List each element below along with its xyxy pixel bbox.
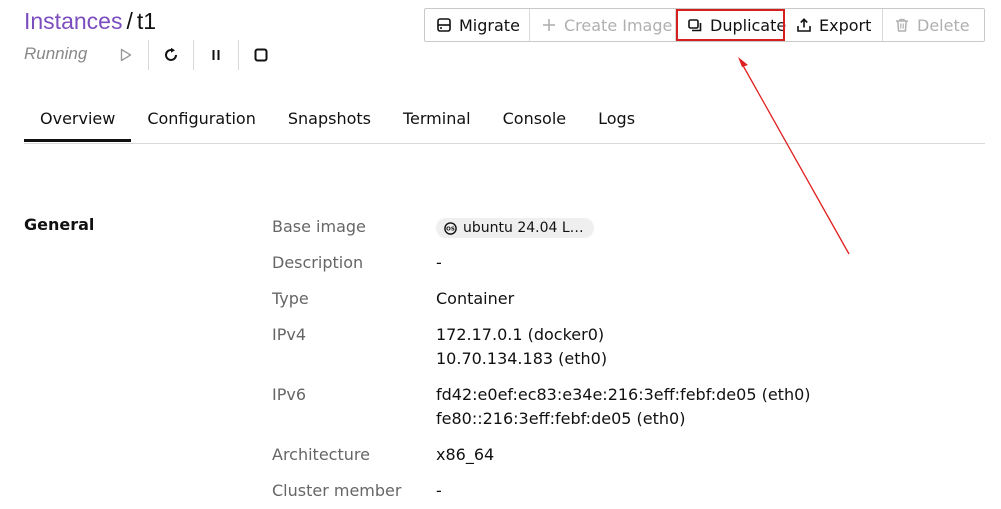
architecture-value: x86_64: [436, 445, 495, 464]
plus-icon: [542, 18, 556, 32]
tab-overview[interactable]: Overview: [24, 98, 132, 142]
export-button[interactable]: Export: [785, 9, 883, 41]
ipv6-label: IPv6: [272, 385, 307, 404]
migrate-label: Migrate: [459, 15, 520, 35]
instance-actions-toolbar: Migrate Create Image Duplicate Export De…: [424, 8, 985, 42]
instance-status: Running: [24, 44, 88, 63]
migrate-button[interactable]: Migrate: [425, 9, 530, 41]
start-button[interactable]: [111, 40, 141, 70]
base-image-chip[interactable]: OS ubuntu 24.04 L…: [436, 218, 594, 238]
ipv6-value-2: fe80::216:3eff:febf:de05 (eth0): [436, 409, 686, 428]
pause-icon: [212, 50, 220, 60]
annotation-arrow: [738, 57, 850, 255]
instance-detail-page: Instances / t1 Running Migrate Create Im…: [0, 0, 1001, 509]
ipv4-label: IPv4: [272, 325, 307, 344]
cluster-member-label: Cluster member: [272, 481, 402, 500]
tab-console[interactable]: Console: [487, 98, 583, 142]
ipv4-value-1: 172.17.0.1 (docker0): [436, 325, 605, 344]
delete-label: Delete: [917, 15, 970, 35]
upload-icon: [797, 18, 811, 32]
control-divider: [238, 40, 239, 70]
create-image-label: Create Image: [564, 15, 673, 35]
tab-snapshots[interactable]: Snapshots: [272, 98, 387, 142]
breadcrumb-instances-link[interactable]: Instances: [24, 8, 122, 34]
ipv4-value-2: 10.70.134.183 (eth0): [436, 349, 608, 368]
breadcrumb: Instances / t1: [24, 6, 156, 36]
description-label: Description: [272, 253, 364, 272]
base-image-label: Base image: [272, 217, 366, 236]
architecture-label: Architecture: [272, 445, 370, 464]
tab-configuration[interactable]: Configuration: [131, 98, 272, 142]
cluster-member-value: -: [436, 481, 442, 500]
trash-icon: [895, 18, 909, 32]
stop-icon: [254, 48, 268, 62]
section-title-general: General: [24, 215, 95, 234]
export-label: Export: [819, 15, 872, 35]
stop-button[interactable]: [246, 40, 276, 70]
server-icon: [437, 18, 451, 32]
duplicate-icon: [688, 18, 702, 32]
pause-button[interactable]: [201, 40, 231, 70]
restart-icon: [165, 47, 177, 61]
duplicate-label: Duplicate: [710, 15, 787, 35]
type-value: Container: [436, 289, 515, 308]
restart-button[interactable]: [156, 40, 186, 70]
breadcrumb-separator: /: [126, 8, 133, 34]
control-divider: [193, 40, 194, 70]
type-label: Type: [272, 289, 309, 308]
duplicate-button[interactable]: Duplicate: [676, 9, 787, 41]
ipv6-value-1: fd42:e0ef:ec83:e34e:216:3eff:febf:de05 (…: [436, 385, 811, 404]
base-image-value: ubuntu 24.04 L…: [463, 220, 584, 236]
svg-text:OS: OS: [446, 226, 455, 232]
play-icon: [120, 48, 132, 62]
instance-tabs: Overview Configuration Snapshots Termina…: [24, 98, 985, 144]
os-icon: OS: [444, 221, 457, 235]
tab-terminal[interactable]: Terminal: [387, 98, 487, 142]
delete-button[interactable]: Delete: [883, 9, 984, 41]
create-image-button[interactable]: Create Image: [530, 9, 676, 41]
description-value: -: [436, 253, 442, 272]
page-title: t1: [136, 8, 157, 34]
control-divider: [148, 40, 149, 70]
tab-logs[interactable]: Logs: [582, 98, 651, 142]
